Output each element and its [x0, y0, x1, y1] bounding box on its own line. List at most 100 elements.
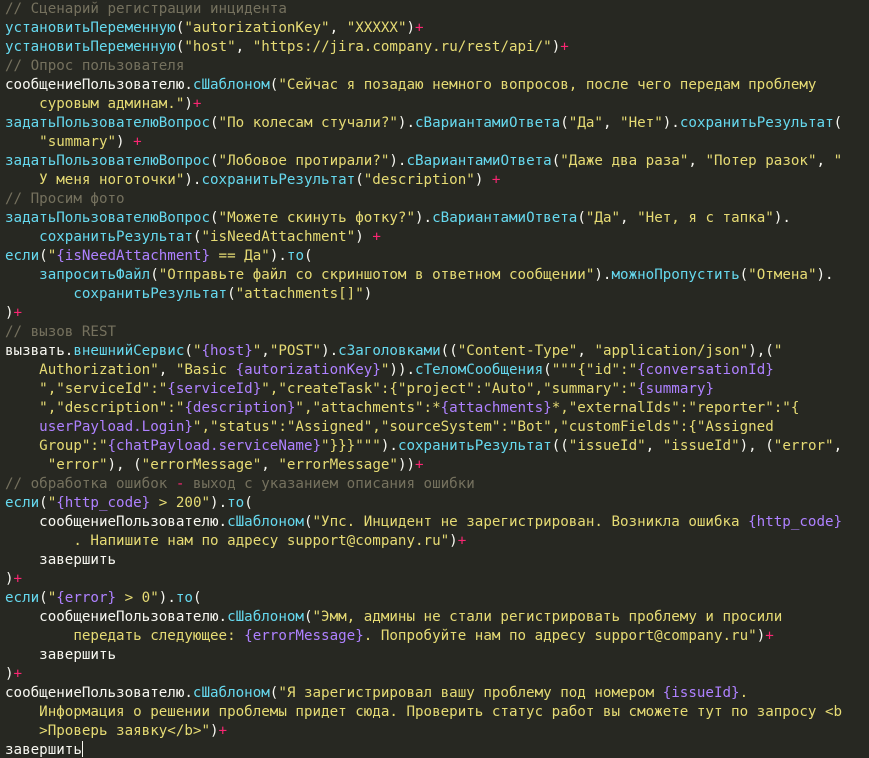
code-line[interactable]: userPayload.Login}","status":"Assigned",… [0, 418, 869, 437]
code-line[interactable]: завершить [0, 741, 869, 758]
string-token: "Сейчас я позадаю немного вопросов, посл… [278, 77, 817, 93]
code-line[interactable]: ","description":"{description}","attachm… [0, 399, 869, 418]
code-line[interactable]: // Опрос пользователя [0, 57, 869, 76]
function-token: сВариантамиОтвета [432, 210, 578, 226]
code-line[interactable]: передать следующее: {errorMessage}. Попр… [0, 627, 869, 646]
string-token: " [833, 153, 843, 169]
text-token: ( [210, 210, 219, 226]
code-line[interactable]: Group":"{chatPayload.serviceName}"}}}"""… [0, 437, 869, 456]
code-line[interactable]: )+ [0, 304, 869, 323]
operator-token: + [415, 457, 424, 473]
code-line[interactable]: если("{error} > 0").то( [0, 589, 869, 608]
text-token: )) [397, 457, 416, 473]
string-token: > 0" [116, 590, 159, 606]
code-line[interactable]: если("{isNeedAttachment} == Да").то( [0, 247, 869, 266]
function-token: запроситьФайл [5, 267, 151, 283]
text-token: ( [39, 590, 48, 606]
function-token: сохранитьРезультат [679, 115, 834, 131]
code-line[interactable]: сообщениеПользователю.сШаблоном("Сейчас … [0, 76, 869, 95]
string-token: "Content-Type" [457, 343, 578, 359]
text-token: ),( [748, 343, 774, 359]
text-token: ( [244, 495, 253, 511]
variable-token: {isNeedAttachment} [56, 248, 211, 264]
code-line[interactable]: )+ [0, 570, 869, 589]
code-line[interactable]: задатьПользователюВопрос("По колесам сту… [0, 114, 869, 133]
code-line[interactable]: У меня ноготочки").сохранитьРезультат("d… [0, 171, 869, 190]
variable-token: {issueId} [662, 685, 740, 701]
function-token: если [5, 248, 40, 264]
operator-token: + [372, 229, 381, 245]
code-line[interactable]: завершить [0, 551, 869, 570]
operator-token: + [13, 666, 23, 682]
code-line[interactable]: ","serviceId":"{serviceId}","createTask"… [0, 380, 869, 399]
code-line[interactable]: "error"), ("errorMessage", "errorMessage… [0, 456, 869, 475]
string-token: . [739, 685, 749, 701]
code-line[interactable]: // обработка ошибок - выход с указанием … [0, 475, 869, 494]
code-line[interactable]: задатьПользователюВопрос("Можете скинуть… [0, 209, 869, 228]
code-line[interactable]: // Сценарий регистрации инцидента [0, 0, 869, 19]
code-line[interactable]: сообщениеПользователю.сШаблоном("Упс. Ин… [0, 513, 869, 532]
operator-token: + [13, 571, 23, 587]
code-line[interactable]: установитьПеременную("host", "https://ji… [0, 38, 869, 57]
function-token: сохранитьРезультат [5, 286, 228, 302]
code-line[interactable]: если("{http_code} > 200").то( [0, 494, 869, 513]
function-token: внешнийСервис [73, 343, 185, 359]
function-token: задатьПользователюВопрос [5, 115, 210, 131]
code-editor[interactable]: // Сценарий регистрации инцидента установ… [0, 0, 869, 758]
code-line[interactable]: сообщениеПользователю.сШаблоном("Я зарег… [0, 684, 869, 703]
comment-token: // Опрос пользователя [5, 58, 185, 74]
code-line[interactable]: "summary") + [0, 133, 869, 152]
code-line[interactable]: задатьПользователюВопрос("Лобовое протир… [0, 152, 869, 171]
code-line[interactable]: сообщениеПользователю.сШаблоном("Эмм, ад… [0, 608, 869, 627]
code-line[interactable]: запроситьФайл("Отправьте файл со скриншо… [0, 266, 869, 285]
function-token: сШаблоном [227, 514, 304, 530]
variable-token: {host} [201, 343, 253, 359]
code-line[interactable]: >Проверь заявку</b>")+ [0, 722, 869, 741]
comment-token: // обработка ошибок [5, 476, 176, 492]
function-token: установитьПеременную [5, 39, 176, 55]
code-line[interactable]: установитьПеременную("autorizationKey", … [0, 19, 869, 38]
code-line[interactable]: вызвать.внешнийСервис("{host}","POST").с… [0, 342, 869, 361]
text-token: , [645, 438, 663, 454]
code-line[interactable]: суровым админам.")+ [0, 95, 869, 114]
text-token: , [261, 457, 279, 473]
string-token: ","attachments":* [295, 400, 441, 416]
text-token: ). [184, 172, 202, 188]
code-line[interactable]: . Напишите нам по адресу support@company… [0, 532, 869, 551]
string-token: "errorMessage" [278, 457, 398, 473]
string-token: "autorizationKey" [184, 20, 330, 36]
text-token: ( [303, 514, 313, 530]
text-token: , [577, 343, 595, 359]
code-line[interactable]: // Просим фото [0, 190, 869, 209]
text-token: ( [303, 609, 313, 625]
variable-token: {description} [184, 400, 296, 416]
string-token: "Потер разок" [705, 153, 817, 169]
code-line[interactable]: сохранитьРезультат("isNeedAttachment") + [0, 228, 869, 247]
code-line[interactable]: )+ [0, 665, 869, 684]
text-token: )). [389, 362, 416, 378]
operator-token: + [765, 628, 774, 644]
text-token: вызвать. [5, 343, 74, 359]
string-token: """{"id":" [551, 362, 638, 378]
text-token: ), ( [739, 438, 774, 454]
string-token: "Отмена" [748, 267, 817, 283]
text-token: сообщениеПользователю. [5, 514, 228, 530]
text-token: ). [389, 153, 407, 169]
text-token: ). [816, 267, 834, 283]
string-token: "Лобовое протирали?" [218, 153, 390, 169]
code-line[interactable]: завершить [0, 646, 869, 665]
text-token: ) [449, 533, 458, 549]
text-token: ) [5, 305, 14, 321]
function-token: сШаблоном [227, 609, 304, 625]
variable-token: {chatPayload.serviceName} [107, 438, 322, 454]
string-token: > 200" [150, 495, 211, 511]
code-line[interactable]: сохранитьРезультат("attachments[]") [0, 285, 869, 304]
function-token: то [227, 495, 245, 511]
code-line[interactable]: Информация о решении проблемы придет сюд… [0, 703, 869, 722]
operator-token: + [218, 723, 228, 739]
text-token: ( [210, 115, 219, 131]
code-line[interactable]: // вызов REST [0, 323, 869, 342]
code-line[interactable]: Authorization", "Basic {autorizationKey}… [0, 361, 869, 380]
string-token: "Можете скинуть фотку?" [218, 210, 416, 226]
function-token: задатьПользователюВопрос [5, 210, 210, 226]
